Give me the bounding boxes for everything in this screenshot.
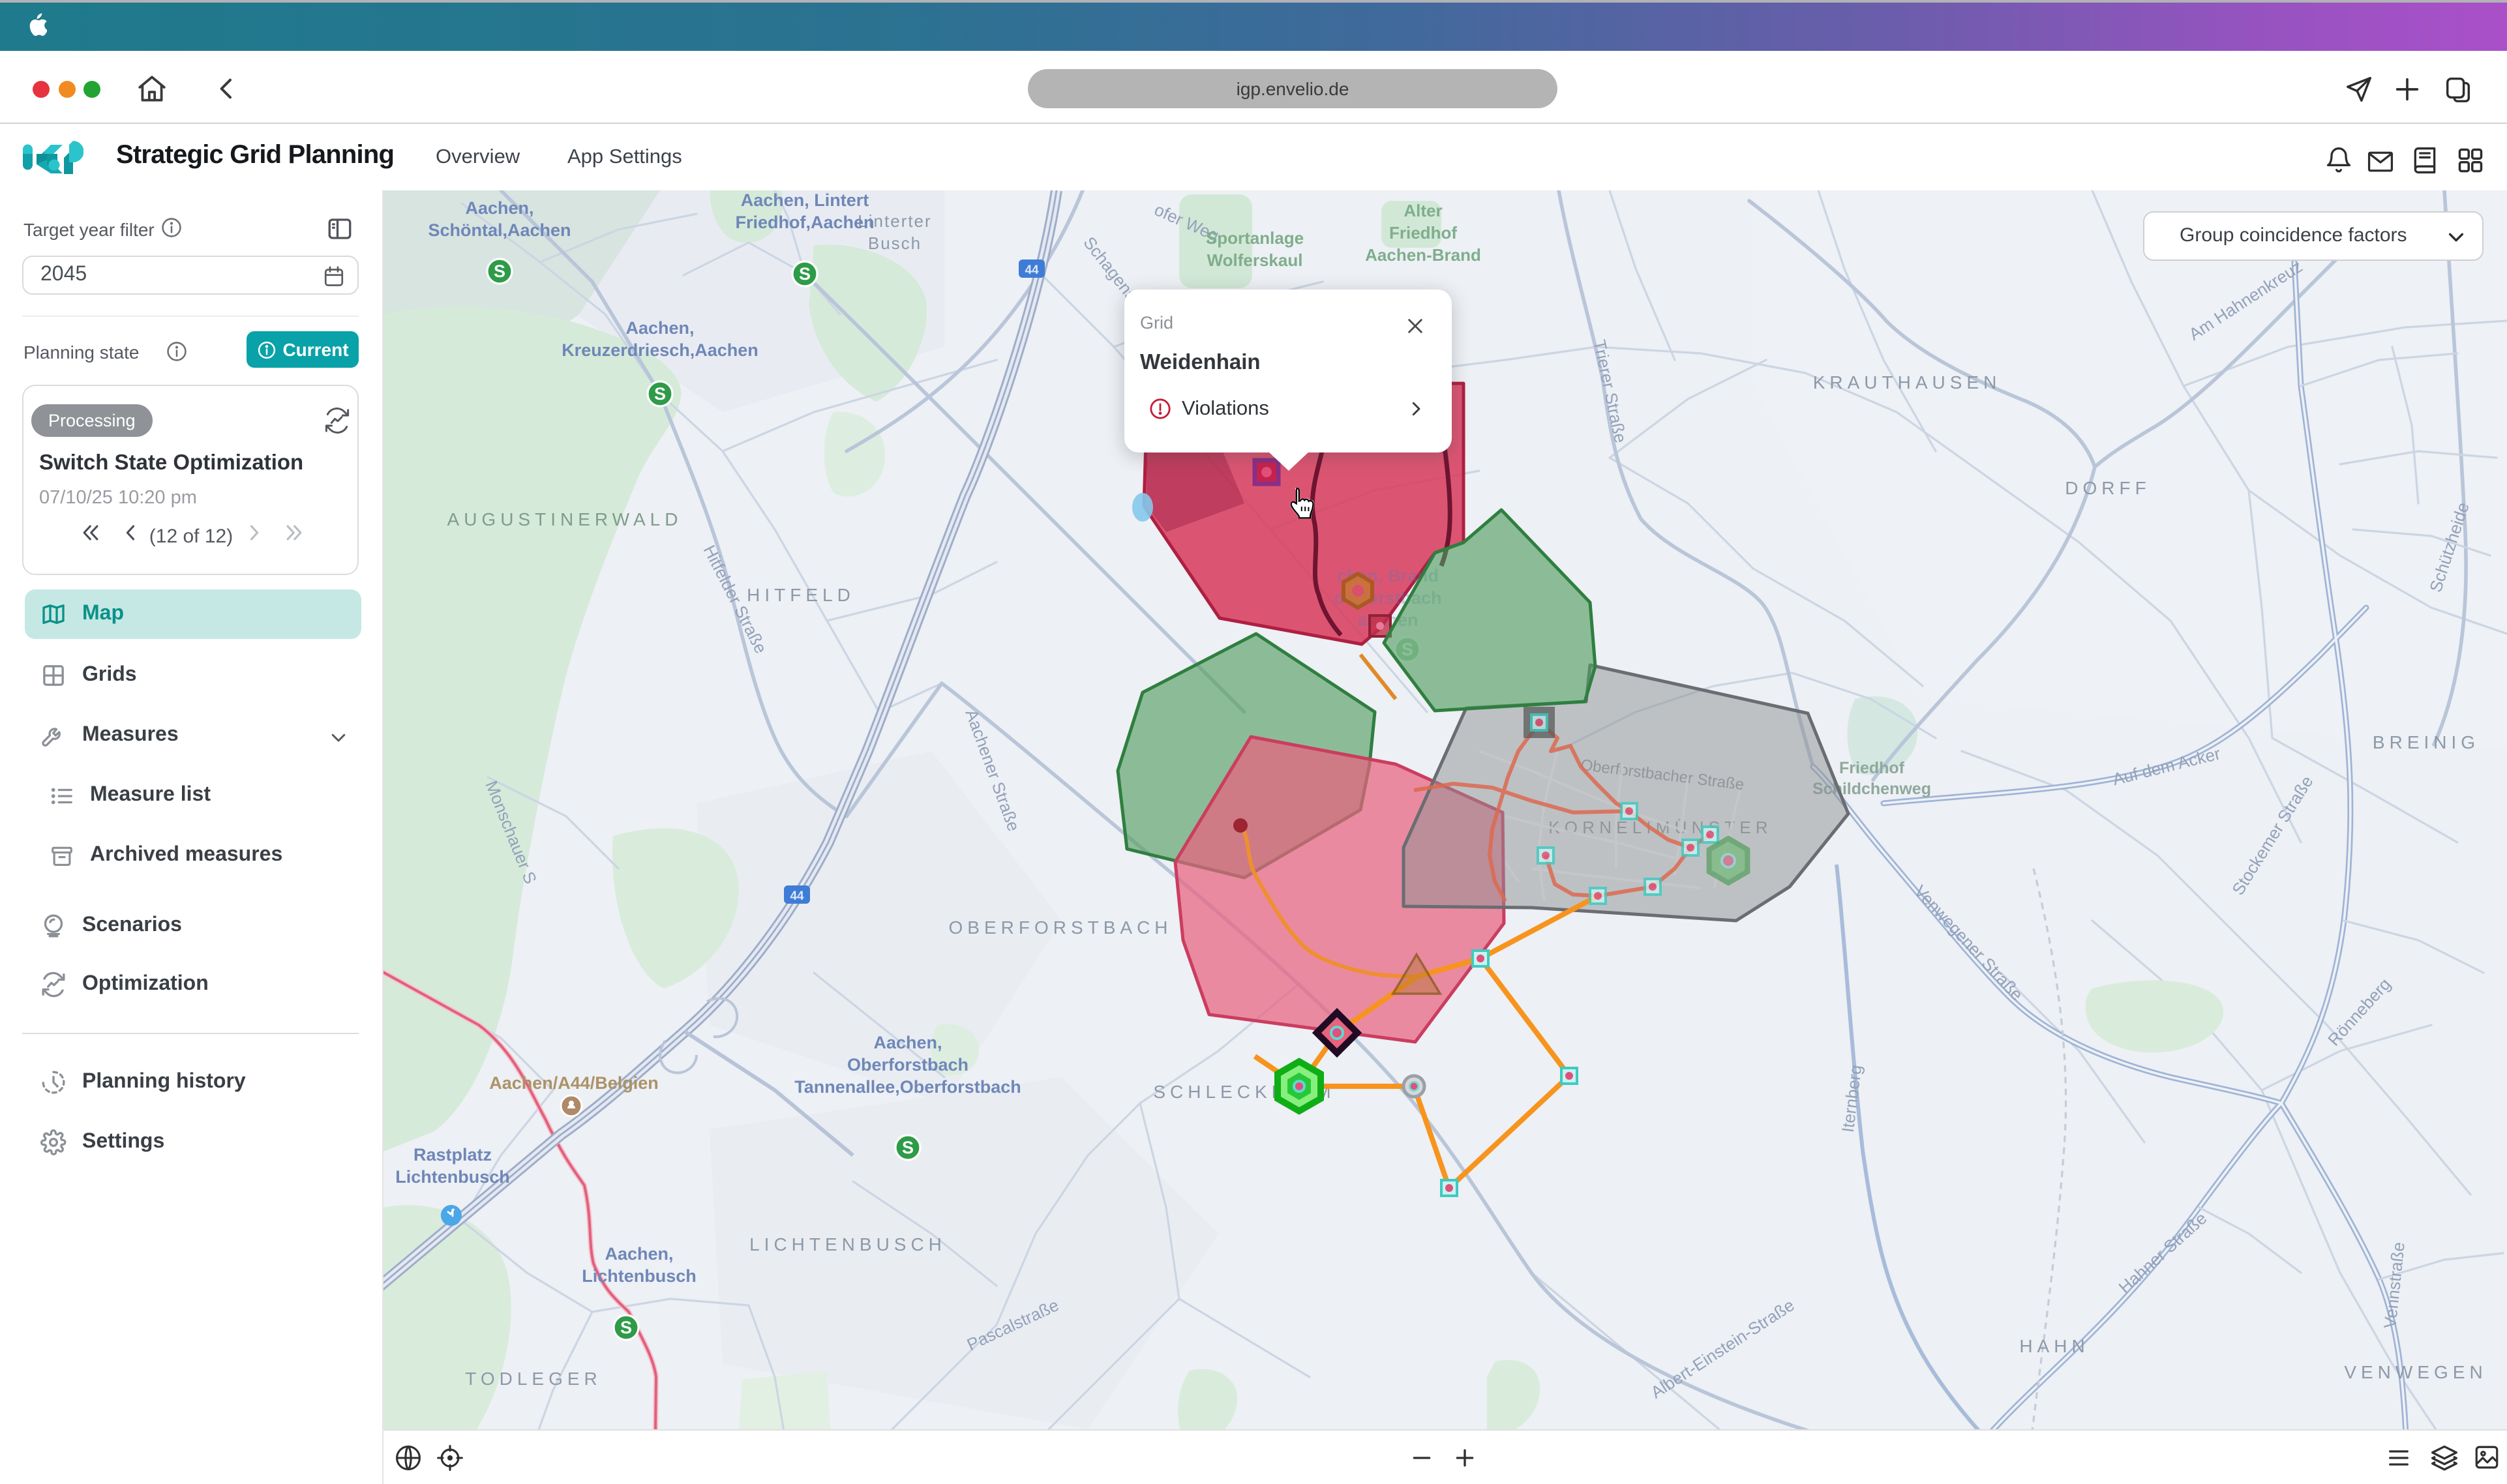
svg-text:TODLEGER: TODLEGER	[465, 1369, 602, 1389]
svg-text:Rastplatz: Rastplatz	[413, 1145, 492, 1165]
svg-text:Aachen,: Aachen,	[625, 318, 694, 338]
svg-text:HAHN: HAHN	[2019, 1336, 2089, 1356]
svg-text:Aachen-Brand: Aachen-Brand	[1365, 245, 1481, 265]
svg-text:Sportanlage: Sportanlage	[1206, 228, 1304, 248]
svg-text:VENWEGEN: VENWEGEN	[2344, 1362, 2487, 1382]
svg-text:Oberforstbach: Oberforstbach	[847, 1055, 968, 1075]
svg-text:BREINIG: BREINIG	[2373, 732, 2480, 752]
svg-text:Busch: Busch	[868, 233, 922, 253]
svg-text:DORFF: DORFF	[2065, 478, 2150, 498]
svg-text:Friedhof: Friedhof	[1839, 759, 1905, 777]
svg-text:OBERFORSTBACH: OBERFORSTBACH	[948, 917, 1172, 938]
svg-text:Aachen,: Aachen,	[605, 1244, 673, 1264]
svg-text:Wolferskaul: Wolferskaul	[1207, 250, 1303, 270]
svg-text:Lichtenbusch: Lichtenbusch	[582, 1266, 697, 1286]
svg-text:Aachen, Lintert: Aachen, Lintert	[741, 190, 869, 210]
svg-text:Alter: Alter	[1404, 201, 1442, 220]
svg-text:Schöntal,Aachen: Schöntal,Aachen	[428, 220, 571, 240]
svg-text:Aachen,: Aachen,	[873, 1033, 942, 1052]
svg-text:Friedhof: Friedhof	[1389, 223, 1457, 243]
svg-text:Aachen/A44/Belgien: Aachen/A44/Belgien	[489, 1073, 659, 1093]
svg-text:Friedhof,Aachen: Friedhof,Aachen	[735, 213, 874, 232]
svg-text:Lichtenbusch: Lichtenbusch	[395, 1167, 510, 1187]
svg-text:KRAUTHAUSEN: KRAUTHAUSEN	[1813, 372, 2002, 393]
svg-text:LICHTENBUSCH: LICHTENBUSCH	[749, 1234, 946, 1254]
svg-text:Aachen,: Aachen,	[465, 198, 533, 218]
svg-text:AUGUSTINERWALD: AUGUSTINERWALD	[447, 509, 683, 529]
svg-text:Tannenallee,Oberforstbach: Tannenallee,Oberforstbach	[794, 1077, 1021, 1097]
svg-text:HITFELD: HITFELD	[747, 585, 855, 605]
svg-text:Kreuzerdriesch,Aachen: Kreuzerdriesch,Aachen	[562, 340, 758, 360]
